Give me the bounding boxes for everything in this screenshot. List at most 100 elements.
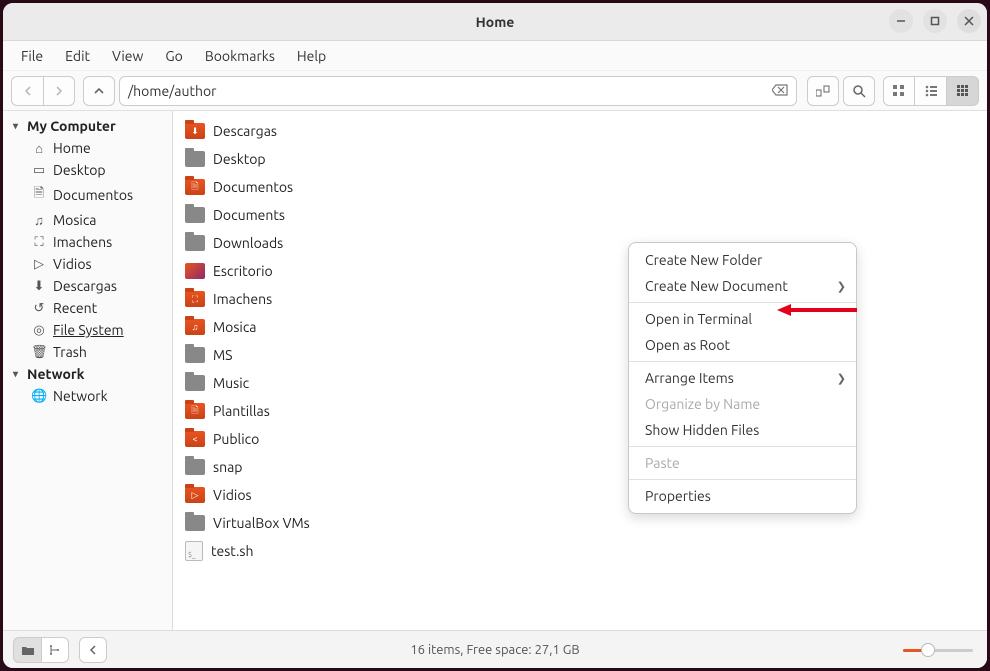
menu-view[interactable]: View <box>102 44 153 68</box>
view-mode-buttons <box>883 76 979 106</box>
file-name: Publico <box>213 431 259 447</box>
zoom-slider[interactable] <box>903 645 973 655</box>
sidebar-item-label: Imachens <box>53 234 112 250</box>
menu-go[interactable]: Go <box>155 44 192 68</box>
sidebar: ▾My Computer⌂Home ▭ Desktop 🗎 Documentos ♫Mos… <box>3 111 173 630</box>
file-row[interactable]: MS <box>173 341 987 369</box>
sidebar-item-label: Recent <box>53 300 97 316</box>
file-row[interactable]: < Publico <box>173 425 987 453</box>
minimize-button[interactable] <box>889 9 913 33</box>
show-tree-button[interactable] <box>41 637 69 663</box>
folder-icon: < <box>185 431 205 447</box>
file-row[interactable]: Downloads <box>173 229 987 257</box>
file-name: Music <box>213 375 249 391</box>
chevron-down-icon: ▾ <box>13 368 23 380</box>
file-row[interactable]: ♫Mosica <box>173 313 987 341</box>
file-row[interactable]: Escritorio <box>173 257 987 285</box>
location-bar[interactable]: /home/author <box>119 76 797 106</box>
sidebar-item[interactable]: 🗑Trash <box>3 341 172 363</box>
context-item-label: Create New Document <box>645 278 788 294</box>
sidebar-item-icon: ▷ <box>31 257 47 272</box>
menu-bookmarks[interactable]: Bookmarks <box>195 44 285 68</box>
sidebar-item[interactable]: ⬇Descargas <box>3 275 172 297</box>
sidebar-item-icon: 🗎 <box>31 184 47 206</box>
list-view-button[interactable] <box>915 76 947 106</box>
back-button[interactable] <box>11 76 43 106</box>
file-name: MS <box>213 347 233 363</box>
chevron-right-icon: ❯ <box>837 280 846 293</box>
icon-view-button[interactable] <box>883 76 915 106</box>
file-name: Imachens <box>213 291 272 307</box>
file-row[interactable]: Documents <box>173 201 987 229</box>
sidebar-item-label: Desktop <box>53 162 106 178</box>
file-row[interactable]: ⛶Imachens <box>173 285 987 313</box>
sidebar-item[interactable]: ◎File System <box>3 319 172 341</box>
file-name: Documentos <box>213 179 293 195</box>
context-separator <box>629 479 856 480</box>
sidebar-toggle-group <box>13 637 69 663</box>
close-sidebar-button[interactable] <box>79 637 107 663</box>
window-controls <box>889 9 981 33</box>
chevron-right-icon: ❯ <box>837 372 846 385</box>
sidebar-item[interactable]: ▭ Desktop <box>3 159 172 181</box>
folder-icon: 🗎 <box>185 403 205 419</box>
file-row[interactable]: Music <box>173 369 987 397</box>
maximize-button[interactable] <box>923 9 947 33</box>
file-row[interactable]: test.sh <box>173 537 987 565</box>
context-item[interactable]: Open in Terminal <box>629 306 856 332</box>
file-row[interactable]: 🗎Documentos <box>173 173 987 201</box>
sidebar-item[interactable]: ♫Mosica <box>3 209 172 231</box>
context-item-label: Properties <box>645 488 711 504</box>
sidebar-item[interactable]: ⌂Home <box>3 137 172 159</box>
context-item-label: Open as Root <box>645 337 730 353</box>
sidebar-item[interactable]: ⛶ Imachens <box>3 231 172 253</box>
menu-file[interactable]: File <box>11 44 53 68</box>
file-row[interactable]: ⬇Descargas <box>173 117 987 145</box>
show-places-button[interactable] <box>13 637 41 663</box>
folder-icon <box>185 459 205 475</box>
file-row[interactable]: ▷Vidios <box>173 481 987 509</box>
status-text: 16 items, Free space: 27,1 GB <box>3 643 987 657</box>
sidebar-item[interactable]: 🗎 Documentos <box>3 181 172 209</box>
context-separator <box>629 302 856 303</box>
sidebar-item-label: Documentos <box>53 187 133 203</box>
file-row[interactable]: 🗎Plantillas <box>173 397 987 425</box>
sidebar-group[interactable]: ▾My Computer <box>3 115 172 137</box>
folder-icon <box>185 151 205 167</box>
context-item-label: Show Hidden Files <box>645 422 759 438</box>
folder-icon <box>185 207 205 223</box>
file-row[interactable]: VirtualBox VMs <box>173 509 987 537</box>
context-item[interactable]: Create New Folder <box>629 247 856 273</box>
sidebar-group-label: Network <box>27 366 85 382</box>
context-item[interactable]: Create New Document ❯ <box>629 273 856 299</box>
sidebar-item-icon: ▭ <box>31 163 47 178</box>
context-item[interactable]: Arrange Items❯ <box>629 365 856 391</box>
context-item-label: Create New Folder <box>645 252 762 268</box>
menu-help[interactable]: Help <box>287 44 336 68</box>
file-list[interactable]: ⬇DescargasDesktop🗎DocumentosDocumentsDow… <box>173 111 987 630</box>
search-button[interactable] <box>843 76 875 106</box>
toggle-location-button[interactable] <box>807 76 839 106</box>
folder-icon <box>185 515 205 531</box>
parent-button[interactable] <box>83 76 115 106</box>
compact-view-button[interactable] <box>947 76 979 106</box>
forward-button[interactable] <box>43 76 75 106</box>
folder-icon: ▷ <box>185 487 205 503</box>
sidebar-item-icon: ⛶ <box>31 235 47 250</box>
context-item[interactable]: Properties <box>629 483 856 509</box>
context-separator <box>629 361 856 362</box>
file-icon <box>185 541 203 561</box>
context-item[interactable]: Open as Root <box>629 332 856 358</box>
sidebar-group[interactable]: ▾ Network <box>3 363 172 385</box>
sidebar-item-label: Network <box>53 388 108 404</box>
sidebar-item[interactable]: ↺Recent <box>3 297 172 319</box>
close-button[interactable] <box>957 9 981 33</box>
chevron-down-icon: ▾ <box>13 120 23 132</box>
sidebar-item[interactable]: ▷Vidios <box>3 253 172 275</box>
context-item[interactable]: Show Hidden Files <box>629 417 856 443</box>
menu-edit[interactable]: Edit <box>55 44 100 68</box>
file-row[interactable]: Desktop <box>173 145 987 173</box>
file-row[interactable]: snap <box>173 453 987 481</box>
sidebar-item[interactable]: 🌐Network <box>3 385 172 407</box>
clear-path-icon[interactable] <box>772 83 788 99</box>
